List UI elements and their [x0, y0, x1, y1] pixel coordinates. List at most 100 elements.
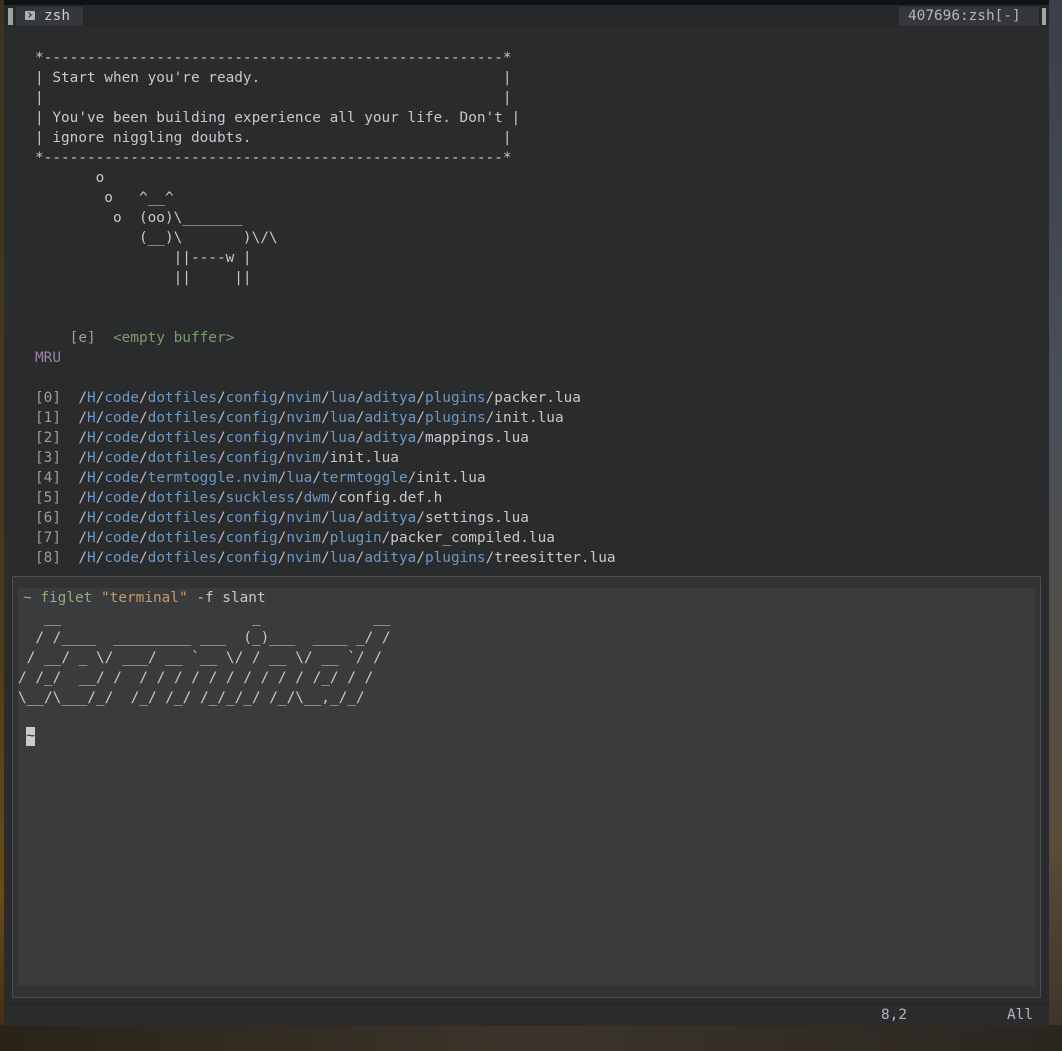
mru-item[interactable]: [4] /H/code/termtoggle.nvim/lua/termtogg… [35, 468, 486, 488]
path-separator: / [216, 530, 226, 546]
path-dir: H [87, 470, 96, 486]
path-dir: lua [329, 410, 356, 426]
path-separator: / [277, 390, 287, 406]
path-separator: / [355, 390, 365, 406]
path-separator: / [320, 510, 330, 526]
tab-zsh[interactable]: zsh [16, 7, 83, 26]
path-separator: / [485, 390, 495, 406]
path-separator: / [320, 530, 330, 546]
path-dir: H [87, 550, 96, 566]
path-separator: / [139, 550, 148, 566]
cowsay-border-top: *---------------------------------------… [35, 50, 512, 66]
terminal-pane[interactable]: ~ figlet "terminal" -f slant __ _ __ / /… [18, 588, 1035, 986]
path-dir: plugins [424, 390, 486, 406]
path-separator: / [381, 530, 391, 546]
path-separator: / [139, 450, 148, 466]
mru-item[interactable]: [6] /H/code/dotfiles/config/nvim/lua/adi… [35, 508, 529, 528]
cow-line: o (oo)\_______ [35, 210, 243, 226]
path-separator: / [355, 410, 365, 426]
path-separator: / [78, 550, 87, 566]
terminal-window: zsh 407696:zsh[-] *---------------------… [4, 5, 1049, 1026]
scroll-indicator: All [1007, 1007, 1033, 1023]
path-dir: config [225, 510, 278, 526]
mru-item[interactable]: [3] /H/code/dotfiles/config/nvim/init.lu… [35, 448, 399, 468]
path-dir: config [225, 430, 278, 446]
floating-terminal: ~ figlet "terminal" -f slant __ _ __ / /… [12, 576, 1041, 998]
mru-header: MRU [35, 350, 61, 366]
command-arg: "terminal" [101, 590, 188, 606]
path-separator: / [277, 470, 287, 486]
path-separator: / [416, 410, 425, 426]
cursor-position: 8,2 [881, 1007, 907, 1023]
path-dir: aditya [364, 550, 417, 566]
path-file: mappings.lua [424, 430, 529, 446]
path-dir: config [225, 450, 278, 466]
path-separator: / [320, 550, 330, 566]
empty-buffer-item[interactable]: [e] <empty buffer> [35, 308, 235, 346]
mru-key: [4] [35, 470, 61, 486]
cowsay-border-bottom: *---------------------------------------… [35, 150, 512, 166]
path-separator: / [416, 430, 425, 446]
path-dir: H [87, 490, 96, 506]
empty-buffer-key: [e] [69, 330, 96, 346]
path-file: init.lua [494, 410, 564, 426]
cowsay-line: | ignore niggling doubts. | [35, 130, 512, 146]
mru-item[interactable]: [1] /H/code/dotfiles/config/nvim/lua/adi… [35, 408, 564, 428]
mru-item[interactable]: [5] /H/code/dotfiles/suckless/dwm/config… [35, 488, 442, 508]
path-dir: code [104, 550, 139, 566]
cowsay-line: | | [35, 90, 512, 106]
cowsay-line: | You've been building experience all yo… [35, 110, 521, 126]
path-dir: config [225, 410, 278, 426]
path-separator: / [416, 550, 425, 566]
path-separator: / [139, 510, 148, 526]
mru-key: [0] [35, 390, 61, 406]
desktop-wallpaper-bottom [0, 1025, 1062, 1051]
figlet-line: / __/ _ \/ ___/ __ `__ \/ / __ \/ __ `/ … [18, 650, 382, 666]
path-separator: / [216, 550, 226, 566]
mru-item[interactable]: [0] /H/code/dotfiles/config/nvim/lua/adi… [35, 388, 581, 408]
path-dir: code [104, 430, 139, 446]
path-separator: / [78, 450, 87, 466]
tmux-tabline: zsh 407696:zsh[-] [4, 5, 1049, 27]
figlet-line: / /____ _________ ___ (_)___ ____ _/ / [18, 630, 391, 646]
path-separator: / [78, 430, 87, 446]
path-separator: / [485, 410, 495, 426]
path-dir: nvim [286, 430, 321, 446]
path-dir: H [87, 450, 96, 466]
path-separator: / [216, 390, 226, 406]
cow-line: o ^__^ [35, 190, 174, 206]
path-separator: / [139, 410, 148, 426]
path-separator: / [485, 550, 495, 566]
path-separator: / [78, 490, 87, 506]
path-separator: / [78, 510, 87, 526]
path-dir: code [104, 470, 139, 486]
path-dir: lua [329, 510, 356, 526]
session-indicator: 407696:zsh[-] [899, 7, 1039, 26]
desktop-wallpaper-right [1049, 0, 1062, 1051]
path-dir: code [104, 390, 139, 406]
mru-item[interactable]: [2] /H/code/dotfiles/config/nvim/lua/adi… [35, 428, 529, 448]
mru-item[interactable]: [8] /H/code/dotfiles/config/nvim/lua/adi… [35, 548, 616, 568]
path-dir: code [104, 490, 139, 506]
command-flags: -f slant [196, 590, 266, 606]
path-file: packer_compiled.lua [390, 530, 555, 546]
path-separator: / [277, 510, 287, 526]
path-separator: / [78, 390, 87, 406]
path-file: packer.lua [494, 390, 581, 406]
path-dir: dotfiles [147, 530, 217, 546]
path-separator: / [216, 410, 226, 426]
mru-item[interactable]: [7] /H/code/dotfiles/config/nvim/plugin/… [35, 528, 555, 548]
path-dir: lua [329, 430, 356, 446]
path-separator: / [355, 430, 365, 446]
path-file: config.def.h [338, 490, 443, 506]
path-separator: / [78, 470, 87, 486]
path-dir: aditya [364, 430, 417, 446]
prompt-tilde: ~ [23, 590, 32, 606]
path-separator: / [320, 450, 330, 466]
path-dir: code [104, 530, 139, 546]
path-dir: dotfiles [147, 490, 217, 506]
path-separator: / [320, 410, 330, 426]
figlet-line: / /_/ __/ / / / / / / / / / / / /_/ / / [18, 670, 374, 686]
terminal-cursor[interactable]: ~ [26, 727, 35, 746]
command-name: figlet [40, 590, 93, 606]
